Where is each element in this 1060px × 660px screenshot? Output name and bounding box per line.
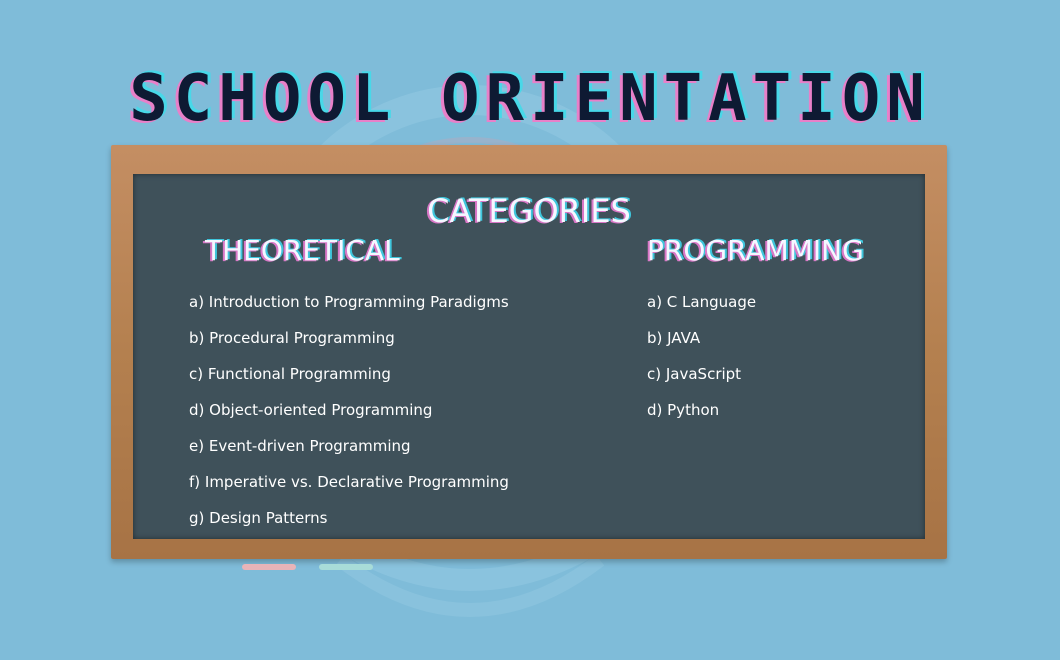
teal-chalk — [319, 564, 373, 570]
chalkboard-frame: CATEGORIES THEORETICAL PROGRAMMING a) In… — [111, 145, 947, 570]
list-item: c) JavaScript — [647, 365, 742, 383]
list-item: b) JAVA — [647, 329, 701, 347]
list-item: b) Procedural Programming — [189, 329, 395, 347]
list-item: d) Python — [647, 401, 720, 419]
list-item: d) Object-oriented Programming — [189, 401, 433, 419]
list-item: a) C Language — [647, 293, 757, 311]
theoretical-heading: THEORETICAL — [205, 234, 400, 267]
programming-heading: PROGRAMMING — [647, 234, 864, 267]
programming-list: a) C Language b) JAVA c) JavaScript d) P… — [647, 284, 756, 428]
list-item: a) Introduction to Programming Paradigms — [189, 293, 509, 311]
chalkboard: CATEGORIES THEORETICAL PROGRAMMING a) In… — [133, 174, 925, 570]
categories-heading: CATEGORIES — [427, 192, 631, 230]
page-title: SCHOOL ORIENTATION — [129, 62, 931, 136]
list-item: f) Imperative vs. Declarative Programmin… — [189, 473, 509, 491]
pink-chalk — [242, 564, 296, 570]
theoretical-list: a) Introduction to Programming Paradigms… — [189, 284, 509, 536]
list-item: c) Functional Programming — [189, 365, 391, 383]
list-item: g) Design Patterns — [189, 509, 328, 527]
list-item: e) Event-driven Programming — [189, 437, 411, 455]
